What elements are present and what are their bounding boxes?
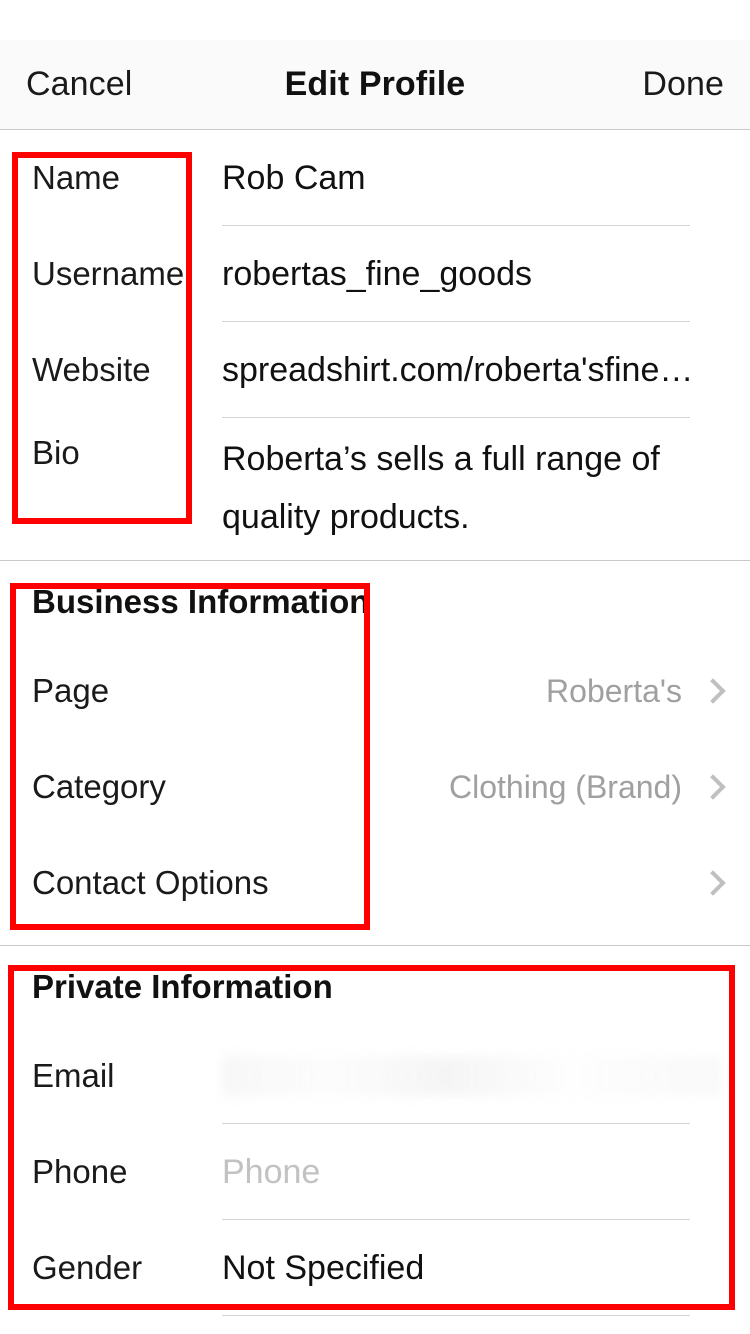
username-input[interactable]: robertas_fine_goods xyxy=(222,226,720,322)
phone-field-wrap[interactable]: Phone xyxy=(222,1124,720,1220)
username-field-wrap[interactable]: robertas_fine_goods xyxy=(222,226,720,322)
row-label-phone: Phone xyxy=(32,1153,128,1190)
page-value-wrap[interactable]: Roberta's xyxy=(222,643,726,739)
row-gender[interactable]: Gender Not Specified xyxy=(0,1220,750,1316)
row-username[interactable]: Username robertas_fine_goods xyxy=(0,226,750,322)
row-bio[interactable]: Bio Roberta’s sells a full range of qual… xyxy=(0,418,750,546)
business-information-section: Business Information Page Roberta's Cate… xyxy=(0,561,750,931)
gender-field-wrap[interactable]: Not Specified xyxy=(222,1220,720,1316)
section-spacer xyxy=(0,546,750,560)
email-value-redacted[interactable] xyxy=(222,1056,720,1096)
row-page[interactable]: Page Roberta's xyxy=(0,643,750,739)
name-input[interactable]: Rob Cam xyxy=(222,130,720,226)
row-category[interactable]: Category Clothing (Brand) xyxy=(0,739,750,835)
category-value: Clothing (Brand) xyxy=(449,769,682,805)
row-website[interactable]: Website spreadshirt.com/roberta'sfine… xyxy=(0,322,750,418)
contact-options-value-wrap[interactable] xyxy=(222,835,726,931)
email-field-wrap[interactable] xyxy=(222,1028,720,1124)
row-label-category: Category xyxy=(32,768,166,805)
business-information-heading: Business Information xyxy=(32,583,370,620)
row-label-email: Email xyxy=(32,1057,115,1094)
row-label-page: Page xyxy=(32,672,110,709)
private-information-heading: Private Information xyxy=(32,968,333,1005)
row-label-gender: Gender xyxy=(32,1249,143,1286)
phone-input[interactable]: Phone xyxy=(222,1124,720,1220)
chevron-right-icon[interactable] xyxy=(700,774,726,800)
row-label-bio: Bio xyxy=(32,434,80,471)
row-email[interactable]: Email xyxy=(0,1028,750,1124)
row-label-website: Website xyxy=(32,351,151,388)
cancel-button[interactable]: Cancel xyxy=(26,65,132,104)
profile-section: Name Rob Cam Username robertas_fine_good… xyxy=(0,130,750,546)
name-field-wrap[interactable]: Rob Cam xyxy=(222,130,720,226)
field-divider xyxy=(222,1315,690,1316)
status-strip xyxy=(0,0,750,40)
chevron-right-icon[interactable] xyxy=(700,870,726,896)
private-information-section: Private Information Email Phone Phone Ge… xyxy=(0,946,750,1316)
bio-field-wrap[interactable]: Roberta’s sells a full range of quality … xyxy=(222,418,720,546)
section-spacer xyxy=(0,931,750,945)
row-label-contact-options: Contact Options xyxy=(32,864,269,901)
bio-input[interactable]: Roberta’s sells a full range of quality … xyxy=(222,418,720,546)
gender-value[interactable]: Not Specified xyxy=(222,1220,720,1316)
chevron-right-icon[interactable] xyxy=(700,678,726,704)
done-button[interactable]: Done xyxy=(642,65,724,104)
page-value: Roberta's xyxy=(546,673,682,709)
website-input[interactable]: spreadshirt.com/roberta'sfine… xyxy=(222,322,720,418)
row-label-username: Username xyxy=(32,255,185,292)
edit-profile-screen: Cancel Edit Profile Done Name Rob Cam Us… xyxy=(0,0,750,1334)
website-field-wrap[interactable]: spreadshirt.com/roberta'sfine… xyxy=(222,322,720,418)
row-name[interactable]: Name Rob Cam xyxy=(0,130,750,226)
private-information-heading-row: Private Information xyxy=(0,946,750,1028)
row-label-name: Name xyxy=(32,159,121,196)
category-value-wrap[interactable]: Clothing (Brand) xyxy=(222,739,726,835)
row-contact-options[interactable]: Contact Options xyxy=(0,835,750,931)
navigation-bar: Cancel Edit Profile Done xyxy=(0,40,750,130)
business-information-heading-row: Business Information xyxy=(0,561,750,643)
row-phone[interactable]: Phone Phone xyxy=(0,1124,750,1220)
